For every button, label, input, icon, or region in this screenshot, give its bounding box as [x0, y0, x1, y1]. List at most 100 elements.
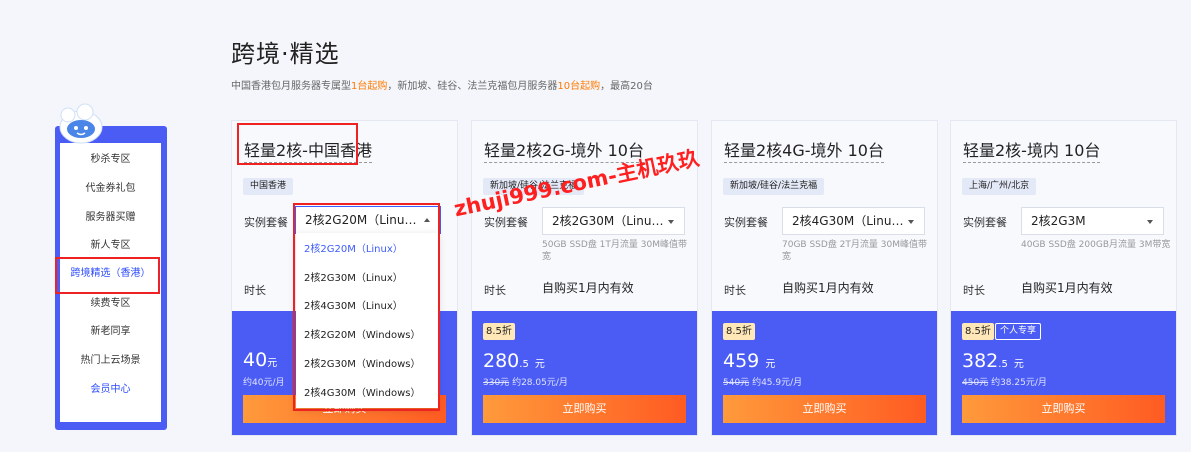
price-per-month: 450元 约38.25元/月: [962, 375, 1047, 388]
duration-label: 时长: [724, 284, 746, 297]
instance-select-value: 2核2G20M（Linux）: [305, 213, 417, 227]
chevron-up-icon: [129, 411, 139, 421]
page-subtitle: 中国香港包月服务器专属型1台起购，新加坡、硅谷、法兰克福包月服务器10台起购，最…: [231, 77, 653, 92]
price-unit: 元: [267, 358, 278, 369]
instance-label: 实例套餐: [484, 216, 528, 229]
instance-select-value: 2核4G30M（Linux）: [792, 214, 904, 228]
subtitle-highlight-1: 1台起购: [351, 81, 388, 92]
monthly-price: 约45.9元/月: [752, 378, 803, 388]
instance-select-value: 2核2G3M: [1031, 214, 1086, 228]
side-item-cross-border[interactable]: 跨境精选（香港）: [60, 259, 161, 288]
side-item-server-gift[interactable]: 服务器买赠: [60, 203, 161, 232]
duration-value: 自购买1月内有效: [542, 281, 634, 295]
buy-button[interactable]: 立即购买: [962, 395, 1165, 423]
dropdown-option[interactable]: 2核4G30M（Windows）: [296, 379, 438, 408]
region-tag: 中国香港: [243, 178, 294, 195]
spec-text: 50GB SSD盘 1T月流量 30M峰值带宽: [542, 240, 687, 262]
card-title: 轻量2核2G-境外 10台: [484, 137, 644, 163]
price: 280.5 元: [483, 350, 545, 372]
price-area: 8.5折 280.5 元 330元 约28.05元/月 立即购买: [472, 311, 697, 435]
price-unit: 元: [765, 359, 776, 370]
page-title: 跨境·精选: [231, 40, 340, 68]
duration-label: 时长: [963, 284, 985, 297]
side-nav: 秒杀专区 代金券礼包 服务器买赠 新人专区 跨境精选（香港） 续费专区 新老同享…: [55, 126, 167, 430]
side-item-vouchers[interactable]: 代金券礼包: [60, 174, 161, 203]
card-config-area: 轻量2核2G-境外 10台 新加坡/硅谷/法兰克福 实例套餐 2核2G30M（L…: [472, 121, 697, 311]
price-unit: 元: [534, 359, 545, 370]
instance-select[interactable]: 2核2G30M（Linux）: [542, 207, 685, 235]
discount-badge: 8.5折: [483, 323, 515, 340]
side-item-cloud-scenes[interactable]: 热门上云场景: [60, 346, 161, 375]
dropdown-option[interactable]: 2核4G30M（Linux）: [296, 292, 438, 321]
back-to-top-button[interactable]: 回到顶部: [55, 405, 167, 427]
price-area: 8.5折 个人专享 382.5 元 450元 约38.25元/月 立即购买: [951, 311, 1176, 435]
subtitle-highlight-2: 10台起购: [557, 81, 601, 92]
original-price: 330元: [483, 378, 510, 388]
caret-down-icon: [1147, 220, 1153, 224]
back-to-top-label: 回到顶部: [85, 410, 125, 421]
spec-text: 40GB SSD盘 200GB月流量 3M带宽: [1021, 240, 1171, 250]
instance-dropdown-menu: 2核2G20M（Linux） 2核2G30M（Linux） 2核4G30M（Li…: [296, 233, 438, 408]
price-integer: 280: [483, 350, 520, 372]
side-item-all-users[interactable]: 新老同享: [60, 317, 161, 346]
product-card-overseas-2g: 轻量2核2G-境外 10台 新加坡/硅谷/法兰克福 实例套餐 2核2G30M（L…: [471, 120, 698, 436]
price-integer: 40: [243, 349, 268, 371]
dropdown-option[interactable]: 2核2G20M（Linux）: [296, 235, 438, 264]
caret-down-icon: [908, 220, 914, 224]
card-config-area: 轻量2核4G-境外 10台 新加坡/硅谷/法兰克福 实例套餐 2核4G30M（L…: [712, 121, 937, 311]
price-area: 8.5折 459 元 540元 约45.9元/月 立即购买: [712, 311, 937, 435]
instance-select[interactable]: 2核4G30M（Linux）: [782, 207, 925, 235]
duration-label: 时长: [244, 284, 266, 297]
price: 459 元: [723, 350, 775, 372]
region-tag: 上海/广州/北京: [962, 178, 1037, 195]
price: 382.5 元: [962, 350, 1024, 372]
side-item-flash-sale[interactable]: 秒杀专区: [60, 145, 161, 174]
card-title: 轻量2核4G-境外 10台: [724, 137, 884, 163]
price-per-month: 约40元/月: [243, 378, 285, 388]
card-title: 轻量2核-境内 10台: [963, 137, 1101, 163]
caret-up-icon: [424, 218, 430, 222]
duration-value: 自购买1月内有效: [1021, 281, 1113, 295]
discount-badge: 8.5折: [962, 323, 994, 340]
price-integer: 459: [723, 350, 760, 372]
instance-label: 实例套餐: [963, 216, 1007, 229]
price-per-month: 330元 约28.05元/月: [483, 375, 568, 388]
original-price: 540元: [723, 378, 750, 388]
subtitle-text: ，新加坡、硅谷、法兰克福包月服务器: [387, 81, 558, 92]
discount-badge: 8.5折: [723, 323, 755, 340]
side-item-member-center[interactable]: 会员中心: [60, 375, 161, 404]
card-config-area: 轻量2核-境内 10台 上海/广州/北京 实例套餐 2核2G3M 40GB SS…: [951, 121, 1176, 311]
region-tag: 新加坡/硅谷/法兰克福: [483, 178, 585, 195]
price-per-month: 540元 约45.9元/月: [723, 375, 802, 388]
instance-select-value: 2核2G30M（Linux）: [552, 214, 664, 228]
instance-select[interactable]: 2核2G3M: [1021, 207, 1164, 235]
region-tag: 新加坡/硅谷/法兰克福: [723, 178, 825, 195]
original-price: 450元: [962, 378, 989, 388]
price-decimal: .5: [519, 359, 529, 370]
side-nav-list: 秒杀专区 代金券礼包 服务器买赠 新人专区 跨境精选（香港） 续费专区 新老同享…: [60, 143, 161, 422]
caret-down-icon: [668, 220, 674, 224]
product-card-domestic: 轻量2核-境内 10台 上海/广州/北京 实例套餐 2核2G3M 40GB SS…: [950, 120, 1177, 436]
monthly-price: 约38.25元/月: [991, 378, 1047, 388]
price-unit: 元: [1013, 359, 1024, 370]
instance-label: 实例套餐: [724, 216, 768, 229]
mascot-icon: [59, 103, 103, 144]
instance-label: 实例套餐: [244, 216, 288, 229]
side-item-renewal[interactable]: 续费专区: [60, 289, 161, 318]
dropdown-option[interactable]: 2核2G30M（Linux）: [296, 264, 438, 293]
dropdown-option[interactable]: 2核2G30M（Windows）: [296, 350, 438, 379]
buy-button[interactable]: 立即购买: [723, 395, 926, 423]
card-title: 轻量2核-中国香港: [244, 137, 372, 163]
exclusive-tag: 个人专享: [995, 323, 1042, 340]
subtitle-text: ，最高20台: [600, 81, 653, 92]
duration-value: 自购买1月内有效: [782, 281, 874, 295]
spec-text: 70GB SSD盘 2T月流量 30M峰值带宽: [782, 240, 927, 262]
dropdown-option[interactable]: 2核2G20M（Windows）: [296, 321, 438, 350]
price: 40元: [243, 349, 277, 371]
buy-button[interactable]: 立即购买: [483, 395, 686, 423]
side-item-newcomer[interactable]: 新人专区: [60, 231, 161, 260]
instance-select[interactable]: 2核2G20M（Linux）: [295, 206, 441, 234]
price-decimal: .5: [998, 359, 1008, 370]
subtitle-text: 中国香港包月服务器专属型: [231, 81, 351, 92]
monthly-price: 约28.05元/月: [512, 378, 568, 388]
